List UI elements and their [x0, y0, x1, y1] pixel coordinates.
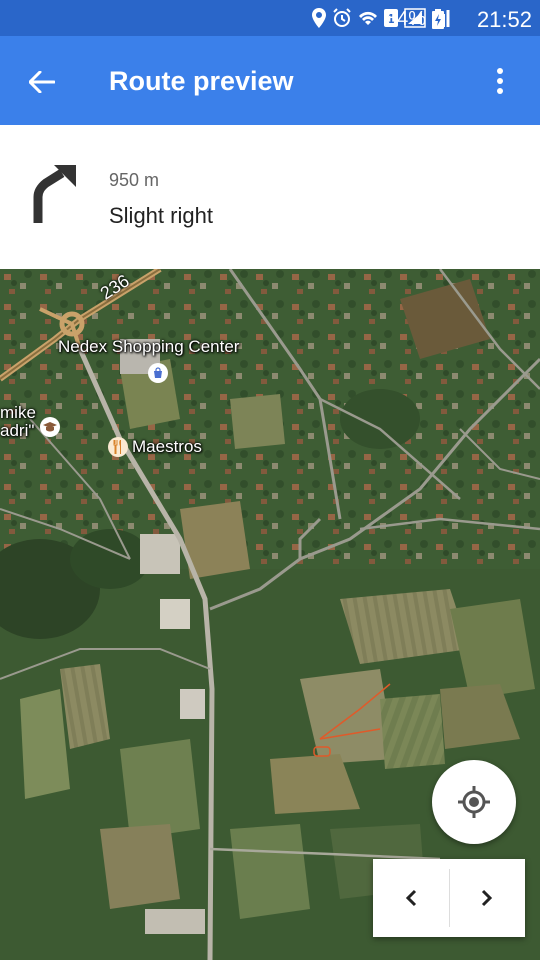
satellite-terrain — [0, 269, 540, 960]
restaurant-pin-icon[interactable] — [108, 437, 128, 457]
status-bar: 1 84% 21:52 — [0, 0, 540, 36]
shopping-pin-icon[interactable] — [148, 363, 168, 383]
next-step-button[interactable] — [450, 859, 526, 937]
map-label-shopping-center[interactable]: Nedex Shopping Center — [58, 337, 239, 357]
step-distance: 950 m — [109, 170, 160, 190]
satellite-map[interactable]: 236 Nedex Shopping Center mike adri" Mae… — [0, 269, 540, 960]
battery-charging-icon — [432, 9, 444, 29]
chevron-right-icon — [482, 889, 493, 907]
map-label-partial-line2: adri" — [0, 421, 35, 440]
wifi-icon — [359, 11, 377, 25]
more-options-button[interactable] — [488, 66, 512, 96]
fork-knife-icon — [113, 440, 121, 454]
chevron-left-icon — [405, 889, 416, 907]
alarm-icon — [333, 8, 351, 27]
turn-slight-right-icon — [33, 165, 76, 223]
step-navigation — [373, 859, 525, 937]
crosshair-icon — [458, 786, 490, 818]
page-title: Route preview — [109, 66, 294, 96]
route-step-panel[interactable]: 950 m Slight right — [0, 125, 540, 269]
my-location-button[interactable] — [432, 760, 516, 844]
map-label-partial-line1: mike — [0, 403, 36, 422]
battery-percent: 84% — [385, 8, 426, 30]
map-label-restaurant[interactable]: Maestros — [132, 437, 202, 457]
school-pin-icon[interactable] — [40, 417, 60, 437]
location-icon — [312, 8, 326, 28]
graduation-cap-icon — [43, 422, 57, 432]
arrow-back-icon — [29, 71, 55, 93]
more-vert-icon — [497, 68, 503, 94]
back-button[interactable] — [22, 62, 62, 102]
app-bar: Route preview — [0, 36, 540, 125]
shopping-bag-icon — [154, 367, 162, 378]
previous-step-button[interactable] — [373, 859, 449, 937]
step-instruction: Slight right — [109, 203, 213, 228]
status-icons: 1 — [312, 7, 450, 29]
status-clock: 21:52 — [476, 7, 532, 32]
